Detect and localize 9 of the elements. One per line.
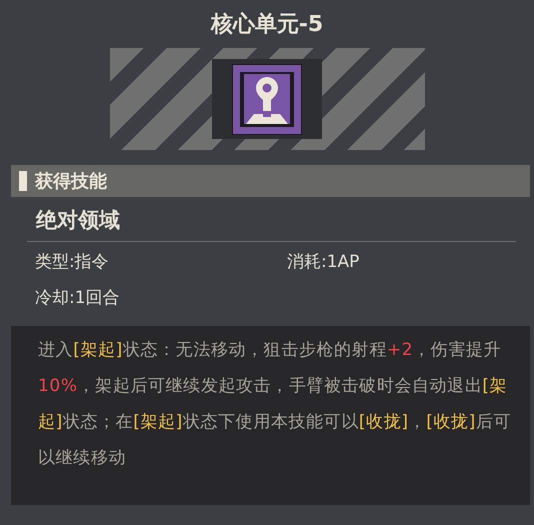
skill-description: 进入[架起]状态：无法移动，狙击步枪的射程+2，伤害提升 10%，架起后可继续发起攻击，手臂被击破时会自动退出[架起]状态；在[架起]状态下使用本技能可以[收拢]，[收拢]后可以继续移动 (38, 339, 512, 470)
item-title: 核心单元-5 (210, 10, 324, 39)
section-title: 获得技能 (35, 170, 107, 193)
header-marker (19, 171, 27, 191)
stat-label: 消耗:1AP (287, 251, 360, 274)
stat-label: 冷却:1回合 (35, 287, 121, 310)
stat-label: 类型:指令 (35, 251, 110, 274)
pin-icon (232, 64, 302, 134)
skill-name: 绝对领域 (36, 207, 121, 234)
